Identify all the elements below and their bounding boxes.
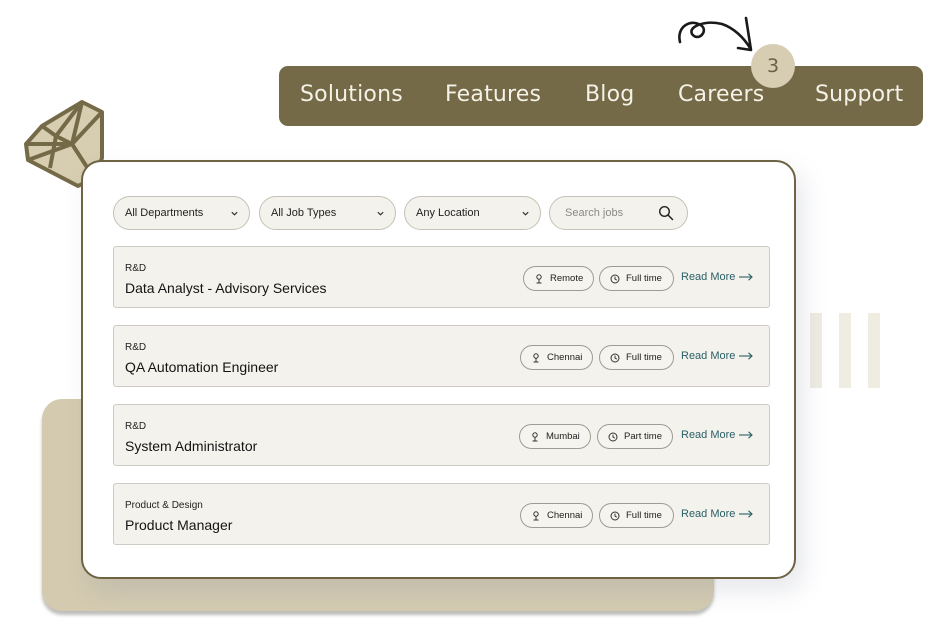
squiggle-arrow-icon [678, 16, 753, 52]
read-more-label: Read More [681, 350, 736, 362]
arrow-right-icon [739, 510, 754, 518]
read-more-link[interactable]: Read More [681, 271, 754, 283]
nav-support[interactable]: Support [815, 66, 903, 126]
job-type-pill: Part time [597, 424, 673, 449]
job-title[interactable]: System Administrator [125, 438, 257, 454]
job-row[interactable]: R&D QA Automation Engineer Chennai Full … [113, 325, 770, 387]
read-more-label: Read More [681, 429, 736, 441]
job-department: R&D [125, 342, 147, 353]
nav-blog[interactable]: Blog [585, 66, 634, 126]
chevron-down-icon [231, 211, 238, 216]
job-type-pill: Full time [599, 266, 674, 291]
job-row[interactable]: Product & Design Product Manager Chennai… [113, 483, 770, 545]
search-icon[interactable] [658, 205, 674, 221]
nav-solutions[interactable]: Solutions [300, 66, 403, 126]
location-pin-icon [533, 511, 539, 521]
read-more-link[interactable]: Read More [681, 350, 754, 362]
location-text: Chennai [547, 352, 583, 363]
read-more-link[interactable]: Read More [681, 429, 754, 441]
location-text: Remote [550, 273, 584, 284]
job-row[interactable]: R&D System Administrator Mumbai Part tim… [113, 404, 770, 466]
arrow-right-icon [739, 352, 754, 360]
search-placeholder: Search jobs [565, 207, 624, 219]
clock-icon [610, 274, 620, 284]
chevron-down-icon [377, 211, 384, 216]
arrow-right-icon [739, 431, 754, 439]
job-type-text: Part time [624, 431, 663, 442]
search-jobs-input[interactable]: Search jobs [549, 196, 688, 230]
location-select[interactable]: Any Location [404, 196, 541, 230]
job-department: Product & Design [125, 500, 203, 511]
location-select-value: Any Location [416, 207, 480, 219]
decor-stripe [868, 313, 880, 388]
location-pin-icon [536, 274, 542, 284]
job-type-select-value: All Job Types [271, 207, 337, 219]
job-type-select[interactable]: All Job Types [259, 196, 396, 230]
location-text: Chennai [547, 510, 583, 521]
read-more-label: Read More [681, 271, 736, 283]
job-row[interactable]: R&D Data Analyst - Advisory Services Rem… [113, 246, 770, 308]
job-type-pill: Full time [599, 503, 674, 528]
location-pin-icon [532, 432, 538, 442]
clock-icon [610, 511, 620, 521]
job-type-text: Full time [626, 352, 662, 363]
job-department: R&D [125, 263, 147, 274]
nav-careers[interactable]: Careers [678, 66, 764, 126]
read-more-label: Read More [681, 508, 736, 520]
job-board-card: All Departments All Job Types Any Locati… [81, 160, 796, 579]
department-select-value: All Departments [125, 207, 204, 219]
location-text: Mumbai [546, 431, 580, 442]
read-more-link[interactable]: Read More [681, 508, 754, 520]
decor-stripe [839, 313, 851, 388]
job-type-pill: Full time [599, 345, 674, 370]
location-pill: Remote [523, 266, 594, 291]
job-title[interactable]: Product Manager [125, 517, 232, 533]
location-pill: Mumbai [519, 424, 591, 449]
job-type-text: Full time [626, 273, 662, 284]
clock-icon [608, 432, 618, 442]
location-pill: Chennai [520, 345, 593, 370]
top-nav: Solutions Features Blog Careers Support [279, 66, 923, 126]
job-department: R&D [125, 421, 147, 432]
job-type-text: Full time [626, 510, 662, 521]
careers-count-badge: 3 [751, 44, 795, 88]
department-select[interactable]: All Departments [113, 196, 250, 230]
chevron-down-icon [522, 211, 529, 216]
arrow-right-icon [739, 273, 754, 281]
nav-features[interactable]: Features [445, 66, 541, 126]
clock-icon [610, 353, 620, 363]
decor-stripe [810, 313, 822, 388]
location-pin-icon [533, 353, 539, 363]
job-title[interactable]: QA Automation Engineer [125, 359, 278, 375]
job-title[interactable]: Data Analyst - Advisory Services [125, 280, 327, 296]
location-pill: Chennai [520, 503, 593, 528]
